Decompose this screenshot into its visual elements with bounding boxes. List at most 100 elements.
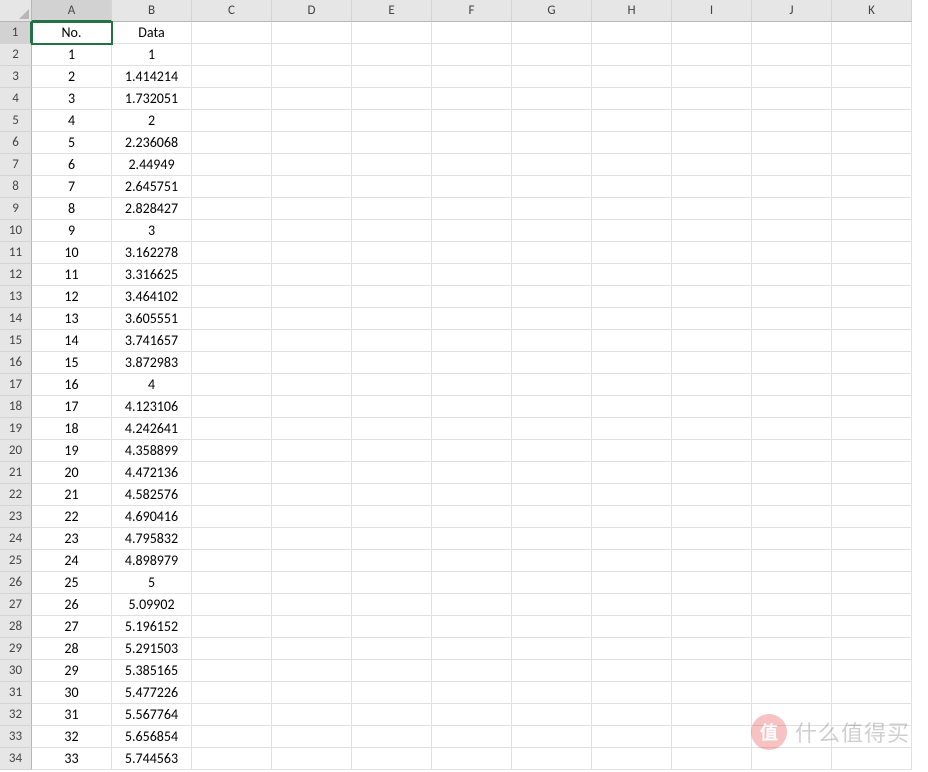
cell-G28[interactable] xyxy=(512,616,592,638)
cell-C12[interactable] xyxy=(192,264,272,286)
cell-J5[interactable] xyxy=(752,110,832,132)
cell-C23[interactable] xyxy=(192,506,272,528)
cell-K11[interactable] xyxy=(832,242,912,264)
cell-G11[interactable] xyxy=(512,242,592,264)
cell-K21[interactable] xyxy=(832,462,912,484)
cell-C32[interactable] xyxy=(192,704,272,726)
cell-D31[interactable] xyxy=(272,682,352,704)
cell-B30[interactable]: 5.385165 xyxy=(112,660,192,682)
cell-J24[interactable] xyxy=(752,528,832,550)
cell-G14[interactable] xyxy=(512,308,592,330)
cell-H16[interactable] xyxy=(592,352,672,374)
cell-K25[interactable] xyxy=(832,550,912,572)
cell-E17[interactable] xyxy=(352,374,432,396)
cell-A26[interactable]: 25 xyxy=(32,572,112,594)
row-header[interactable]: 20 xyxy=(0,440,32,462)
cell-F5[interactable] xyxy=(432,110,512,132)
cell-J2[interactable] xyxy=(752,44,832,66)
cell-B7[interactable]: 2.44949 xyxy=(112,154,192,176)
cell-E29[interactable] xyxy=(352,638,432,660)
row-header[interactable]: 3 xyxy=(0,66,32,88)
cell-J27[interactable] xyxy=(752,594,832,616)
row-header[interactable]: 19 xyxy=(0,418,32,440)
cell-G33[interactable] xyxy=(512,726,592,748)
cell-J17[interactable] xyxy=(752,374,832,396)
cell-H13[interactable] xyxy=(592,286,672,308)
cell-B18[interactable]: 4.123106 xyxy=(112,396,192,418)
column-header-C[interactable]: C xyxy=(192,0,272,22)
cell-K3[interactable] xyxy=(832,66,912,88)
cell-C8[interactable] xyxy=(192,176,272,198)
cell-G12[interactable] xyxy=(512,264,592,286)
cell-D27[interactable] xyxy=(272,594,352,616)
cell-J13[interactable] xyxy=(752,286,832,308)
cell-A6[interactable]: 5 xyxy=(32,132,112,154)
cell-H14[interactable] xyxy=(592,308,672,330)
cell-A11[interactable]: 10 xyxy=(32,242,112,264)
cell-A18[interactable]: 17 xyxy=(32,396,112,418)
cell-B1[interactable]: Data xyxy=(112,22,192,44)
cell-K8[interactable] xyxy=(832,176,912,198)
cell-C16[interactable] xyxy=(192,352,272,374)
cell-D12[interactable] xyxy=(272,264,352,286)
cell-I7[interactable] xyxy=(672,154,752,176)
cell-K10[interactable] xyxy=(832,220,912,242)
cell-B8[interactable]: 2.645751 xyxy=(112,176,192,198)
cell-H23[interactable] xyxy=(592,506,672,528)
row-header[interactable]: 8 xyxy=(0,176,32,198)
cell-C31[interactable] xyxy=(192,682,272,704)
cell-E12[interactable] xyxy=(352,264,432,286)
cell-J30[interactable] xyxy=(752,660,832,682)
cell-I24[interactable] xyxy=(672,528,752,550)
cell-K15[interactable] xyxy=(832,330,912,352)
cell-H2[interactable] xyxy=(592,44,672,66)
cell-J20[interactable] xyxy=(752,440,832,462)
row-header[interactable]: 27 xyxy=(0,594,32,616)
cell-F2[interactable] xyxy=(432,44,512,66)
cell-D23[interactable] xyxy=(272,506,352,528)
cell-I27[interactable] xyxy=(672,594,752,616)
cell-D25[interactable] xyxy=(272,550,352,572)
cell-A4[interactable]: 3 xyxy=(32,88,112,110)
cell-G19[interactable] xyxy=(512,418,592,440)
cell-G5[interactable] xyxy=(512,110,592,132)
row-header[interactable]: 17 xyxy=(0,374,32,396)
column-header-E[interactable]: E xyxy=(352,0,432,22)
cell-C28[interactable] xyxy=(192,616,272,638)
cell-E3[interactable] xyxy=(352,66,432,88)
row-header[interactable]: 7 xyxy=(0,154,32,176)
cell-F1[interactable] xyxy=(432,22,512,44)
cell-B17[interactable]: 4 xyxy=(112,374,192,396)
cell-I6[interactable] xyxy=(672,132,752,154)
row-header[interactable]: 31 xyxy=(0,682,32,704)
cell-E1[interactable] xyxy=(352,22,432,44)
cell-K4[interactable] xyxy=(832,88,912,110)
cell-F16[interactable] xyxy=(432,352,512,374)
cell-E2[interactable] xyxy=(352,44,432,66)
cell-B26[interactable]: 5 xyxy=(112,572,192,594)
cell-H33[interactable] xyxy=(592,726,672,748)
row-header[interactable]: 9 xyxy=(0,198,32,220)
cell-E15[interactable] xyxy=(352,330,432,352)
cell-H10[interactable] xyxy=(592,220,672,242)
cell-G8[interactable] xyxy=(512,176,592,198)
cell-E26[interactable] xyxy=(352,572,432,594)
row-header[interactable]: 16 xyxy=(0,352,32,374)
cell-I1[interactable] xyxy=(672,22,752,44)
cell-B9[interactable]: 2.828427 xyxy=(112,198,192,220)
cell-A13[interactable]: 12 xyxy=(32,286,112,308)
cell-F23[interactable] xyxy=(432,506,512,528)
cell-C29[interactable] xyxy=(192,638,272,660)
cell-A31[interactable]: 30 xyxy=(32,682,112,704)
cell-F26[interactable] xyxy=(432,572,512,594)
cell-D33[interactable] xyxy=(272,726,352,748)
cell-B5[interactable]: 2 xyxy=(112,110,192,132)
cell-B29[interactable]: 5.291503 xyxy=(112,638,192,660)
cell-G32[interactable] xyxy=(512,704,592,726)
row-header[interactable]: 28 xyxy=(0,616,32,638)
cell-K12[interactable] xyxy=(832,264,912,286)
cell-E32[interactable] xyxy=(352,704,432,726)
cell-A33[interactable]: 32 xyxy=(32,726,112,748)
cell-D5[interactable] xyxy=(272,110,352,132)
cell-J21[interactable] xyxy=(752,462,832,484)
